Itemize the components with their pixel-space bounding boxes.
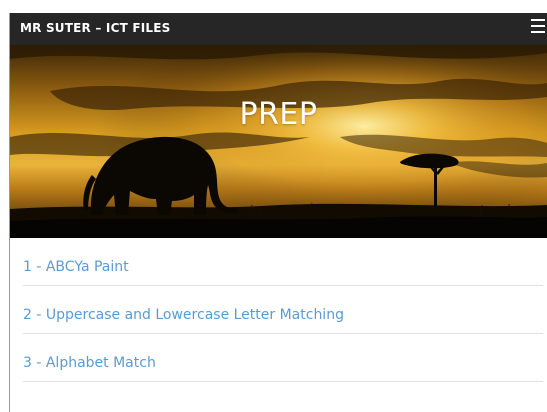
site-title[interactable]: MR SUTER – ICT FILES: [20, 21, 171, 35]
link-alphabet-match[interactable]: 3 - Alphabet Match: [23, 355, 156, 371]
hamburger-menu-icon[interactable]: [531, 19, 545, 37]
top-bar: MR SUTER – ICT FILES: [10, 13, 547, 45]
list-item[interactable]: 1 - ABCYa Paint: [23, 238, 543, 286]
hero-image: [10, 45, 547, 238]
link-uppercase-lowercase-matching[interactable]: 2 - Uppercase and Lowercase Letter Match…: [23, 307, 344, 323]
list-item[interactable]: 2 - Uppercase and Lowercase Letter Match…: [23, 286, 543, 334]
page-title: PREP: [239, 97, 318, 132]
page: MR SUTER – ICT FILES PREP 1 - ABCYa Pain…: [0, 0, 547, 412]
link-abcya-paint[interactable]: 1 - ABCYa Paint: [23, 259, 129, 275]
hero-banner: PREP: [10, 45, 547, 238]
list-item[interactable]: 3 - Alphabet Match: [23, 334, 543, 382]
